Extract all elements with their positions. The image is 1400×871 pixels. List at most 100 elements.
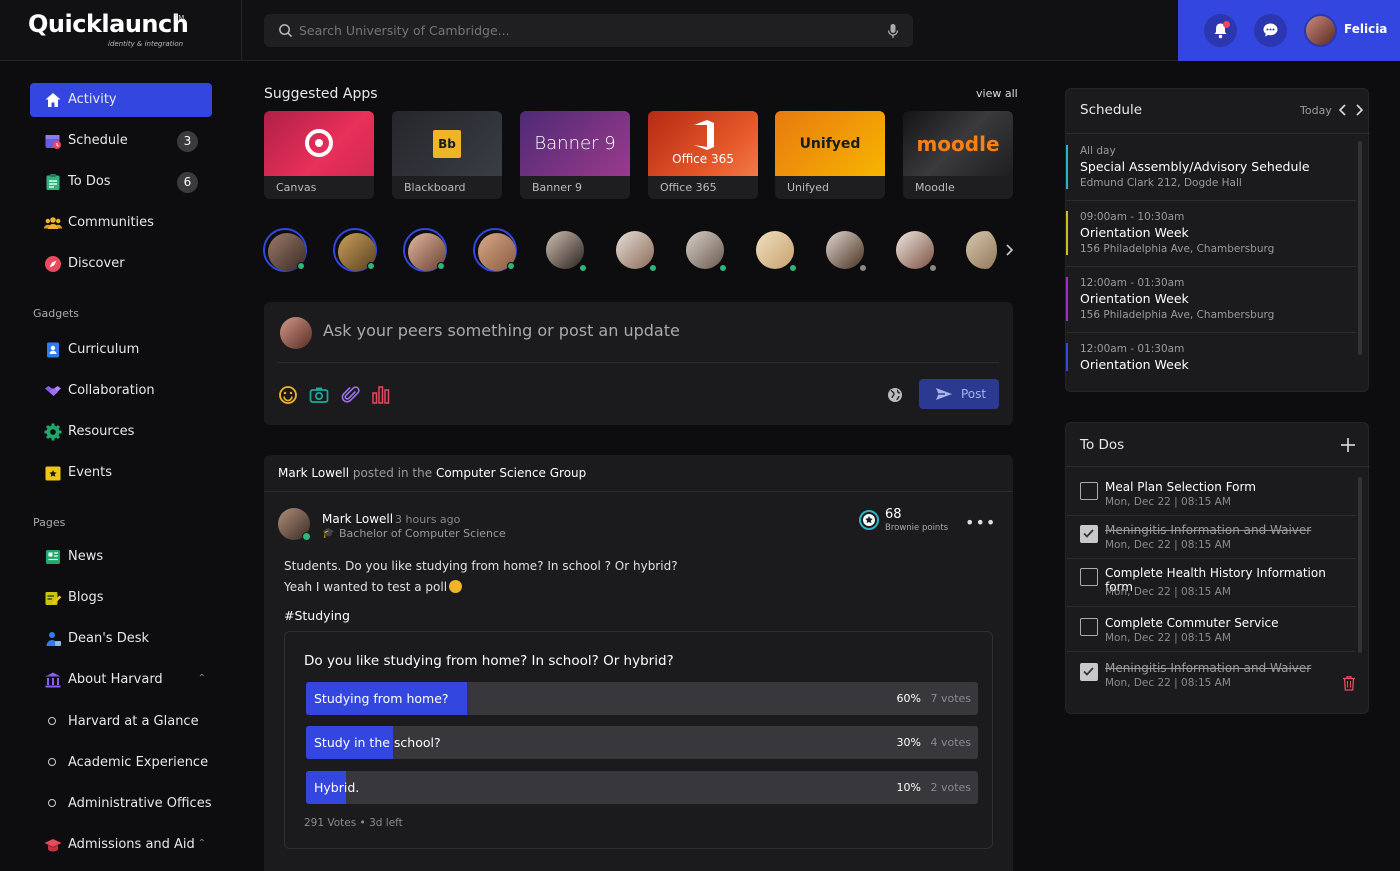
app-card-moodle[interactable]: moodle Moodle [903, 111, 1013, 199]
post-text: Yeah I wanted to test a poll [284, 580, 463, 594]
app-card-unifyed[interactable]: Unifyed Unifyed [775, 111, 885, 199]
nav-admissions-and-aid[interactable]: Admissions and Aid ⌃ [30, 828, 212, 862]
divider [1066, 651, 1356, 652]
brand-logo[interactable]: Quicklaunch TM identity & integration [28, 10, 243, 60]
peer-avatar[interactable] [333, 228, 377, 272]
peer-avatar[interactable] [753, 228, 797, 272]
brand-tagline: identity & integration [108, 40, 184, 48]
nav-label: Events [68, 465, 113, 480]
peer-avatar[interactable] [613, 228, 657, 272]
post-button[interactable]: Post [919, 379, 999, 409]
bar-chart-icon[interactable] [371, 385, 391, 405]
divider [1066, 466, 1370, 467]
nav-schedule[interactable]: Schedule 3 [30, 124, 212, 158]
star-calendar-icon [45, 466, 61, 481]
chevron-up-icon[interactable]: ⌃ [198, 838, 206, 849]
nav-todos[interactable]: To Dos 6 [30, 165, 212, 199]
chevron-left-icon[interactable] [1339, 104, 1347, 116]
user-name[interactable]: Felicia [1344, 22, 1387, 36]
app-card-office365[interactable]: Office 365 Office 365 [648, 111, 758, 199]
poll-option[interactable]: Studying from home? 60% 7 votes [306, 682, 978, 715]
bullet-icon [48, 758, 56, 766]
post-time: 3 hours ago [395, 513, 461, 526]
nav-events[interactable]: Events [30, 456, 212, 490]
newspaper-icon [46, 550, 60, 564]
app-card-banner[interactable]: Banner 9 Banner 9 [520, 111, 630, 199]
trash-icon[interactable] [1342, 675, 1356, 691]
view-all-link[interactable]: view all [976, 87, 1018, 100]
nav-communities[interactable]: Communities [30, 206, 212, 240]
hashtag-link[interactable]: #Studying [284, 608, 350, 623]
globe-icon[interactable] [887, 387, 903, 403]
nav-blogs[interactable]: Blogs [30, 581, 212, 615]
todo-date: Mon, Dec 22 | 08:15 AM [1105, 496, 1231, 508]
chevron-right-icon[interactable] [1355, 104, 1363, 116]
poll-option[interactable]: Study in the school? 30% 4 votes [306, 726, 978, 759]
section-label-pages: Pages [33, 516, 66, 529]
chevron-up-icon[interactable]: ⌃ [198, 673, 206, 684]
event-title: Orientation Week [1080, 357, 1189, 372]
todo-checkbox[interactable] [1080, 618, 1098, 636]
scrollbar[interactable] [1358, 477, 1362, 653]
search-input[interactable] [299, 14, 869, 47]
todo-date: Mon, Dec 22 | 08:15 AM [1105, 586, 1231, 598]
emoji-icon[interactable] [278, 385, 298, 405]
people-icon [44, 217, 62, 229]
more-options-icon[interactable]: ••• [965, 513, 996, 532]
today-button[interactable]: Today [1300, 104, 1332, 117]
poll-percent: 10% [896, 781, 921, 794]
peer-avatar[interactable] [403, 228, 447, 272]
nav-academic-experience[interactable]: Academic Experience [30, 746, 212, 780]
nav-deans-desk[interactable]: Dean's Desk [30, 622, 212, 656]
messages-button[interactable] [1254, 14, 1287, 47]
app-label: Blackboard [404, 181, 466, 194]
nav-label: Admissions and Aid [68, 837, 195, 852]
author-avatar[interactable] [278, 508, 311, 541]
nav-curriculum[interactable]: Curriculum [30, 333, 212, 367]
notifications-button[interactable] [1204, 14, 1237, 47]
nav-discover[interactable]: Discover [30, 247, 212, 281]
post-context: Mark Lowell posted in the Computer Scien… [278, 466, 586, 480]
nav-administrative-offices[interactable]: Administrative Offices [30, 787, 212, 821]
todo-checkbox[interactable] [1080, 568, 1098, 586]
microphone-icon[interactable] [887, 23, 899, 39]
app-card-canvas[interactable]: Canvas [264, 111, 374, 199]
composer-input[interactable]: Ask your peers something or post an upda… [323, 321, 680, 340]
camera-icon[interactable] [309, 385, 329, 405]
event-color-bar [1066, 145, 1068, 189]
peer-avatar[interactable] [683, 228, 727, 272]
todo-date: Mon, Dec 22 | 08:15 AM [1105, 677, 1231, 689]
user-avatar[interactable] [1304, 14, 1337, 47]
poll-option[interactable]: Hybrid. 10% 2 votes [306, 771, 978, 804]
peer-avatar[interactable] [473, 228, 517, 272]
nav-resources[interactable]: Resources [30, 415, 212, 449]
nav-about-harvard[interactable]: About Harvard ⌃ [30, 663, 212, 697]
author-link[interactable]: Mark Lowell [278, 466, 349, 480]
search-bar[interactable] [264, 14, 913, 47]
checkmark-icon [1083, 529, 1094, 538]
plus-icon[interactable] [1340, 437, 1356, 453]
nav-activity[interactable]: Activity [30, 83, 212, 117]
person-book-icon [47, 342, 59, 358]
nav-news[interactable]: News [30, 540, 212, 574]
scrollbar[interactable] [1358, 141, 1362, 355]
divider [1066, 515, 1356, 516]
group-link[interactable]: Computer Science Group [436, 466, 586, 480]
todo-checkbox[interactable] [1080, 525, 1098, 543]
peer-avatar[interactable] [893, 228, 937, 272]
todo-checkbox[interactable] [1080, 663, 1098, 681]
todo-checkbox[interactable] [1080, 482, 1098, 500]
peer-avatar[interactable] [543, 228, 587, 272]
author-name[interactable]: Mark Lowell [322, 512, 393, 526]
chevron-right-icon[interactable] [1005, 243, 1014, 257]
paperclip-icon[interactable] [341, 385, 361, 405]
app-card-blackboard[interactable]: Bb Blackboard [392, 111, 502, 199]
peer-avatar[interactable] [963, 228, 997, 272]
nav-harvard-at-a-glance[interactable]: Harvard at a Glance [30, 705, 212, 739]
author-degree: Bachelor of Computer Science [339, 527, 506, 540]
peer-avatar[interactable] [263, 228, 307, 272]
send-icon [936, 388, 952, 400]
event-location: 156 Philadelphia Ave, Chambersburg [1080, 243, 1275, 255]
peer-avatar[interactable] [823, 228, 867, 272]
nav-collaboration[interactable]: Collaboration [30, 374, 212, 408]
